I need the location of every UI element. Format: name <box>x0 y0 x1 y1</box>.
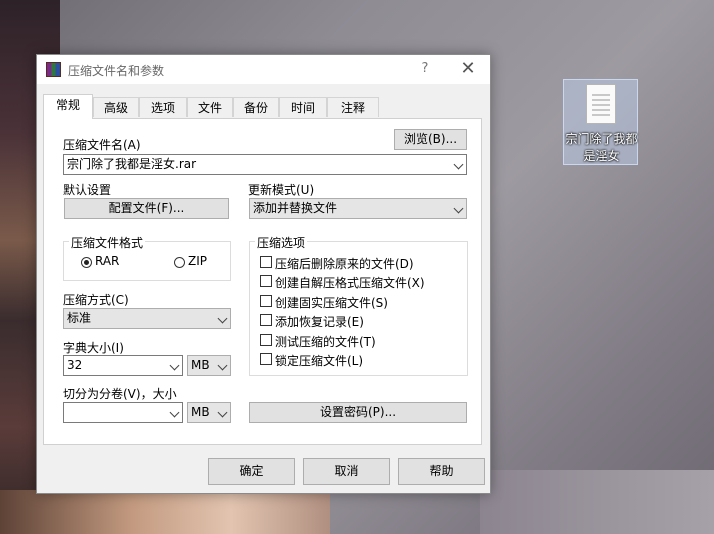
tab-advanced[interactable]: 高级 <box>93 97 139 117</box>
option-sfx-label: 创建自解压格式压缩文件(X) <box>275 276 425 290</box>
desktop-file-icon[interactable]: 宗门除了我都是淫女 <box>563 79 638 165</box>
dict-unit-select[interactable]: MB <box>187 355 231 376</box>
dict-size-combo[interactable]: 32 <box>63 355 183 376</box>
help-button[interactable]: 帮助 <box>398 458 485 485</box>
format-rar-label: RAR <box>95 254 120 268</box>
chevron-down-icon <box>453 159 464 170</box>
dict-size-value: 32 <box>67 358 83 372</box>
text-document-icon <box>586 84 616 124</box>
desktop-wallpaper-bottom-right <box>480 470 714 534</box>
update-mode-value: 添加并替换文件 <box>253 201 338 215</box>
window-title: 压缩文件名和参数 <box>68 64 165 78</box>
option-recovery-checkbox[interactable] <box>260 314 272 326</box>
option-lock-label: 锁定压缩文件(L) <box>275 354 364 368</box>
option-test-label: 测试压缩的文件(T) <box>275 335 376 349</box>
split-unit-value: MB <box>191 405 210 419</box>
option-solid-label: 创建固实压缩文件(S) <box>275 296 388 310</box>
archive-name-combo[interactable]: 宗门除了我都是淫女.rar <box>63 154 467 175</box>
option-solid-checkbox[interactable] <box>260 295 272 307</box>
method-label: 压缩方式(C) <box>63 293 129 307</box>
close-icon[interactable]: ✕ <box>455 58 481 80</box>
title-bar[interactable]: 压缩文件名和参数 ? ✕ <box>37 55 490 84</box>
option-delete-after-label: 压缩后删除原来的文件(D) <box>275 257 414 271</box>
option-test-checkbox[interactable] <box>260 334 272 346</box>
tab-time[interactable]: 时间 <box>279 97 327 117</box>
default-settings-label: 默认设置 <box>63 183 112 197</box>
tab-general[interactable]: 常规 <box>43 94 93 119</box>
update-mode-select[interactable]: 添加并替换文件 <box>249 198 467 219</box>
method-select[interactable]: 标准 <box>63 308 231 329</box>
chevron-down-icon <box>169 360 180 371</box>
archive-name-value: 宗门除了我都是淫女.rar <box>67 157 197 171</box>
split-label: 切分为分卷(V)，大小 <box>63 387 177 401</box>
option-lock-checkbox[interactable] <box>260 353 272 365</box>
archive-name-label: 压缩文件名(A) <box>63 138 141 152</box>
cancel-button[interactable]: 取消 <box>303 458 390 485</box>
chevron-down-icon <box>217 313 228 324</box>
tab-comment[interactable]: 注释 <box>327 97 379 117</box>
split-unit-select[interactable]: MB <box>187 402 231 423</box>
chevron-down-icon <box>217 407 228 418</box>
format-zip-label: ZIP <box>188 254 207 268</box>
archive-options-title: 压缩选项 <box>255 234 308 251</box>
chevron-down-icon <box>453 203 464 214</box>
help-title-button[interactable]: ? <box>413 58 437 80</box>
tab-options[interactable]: 选项 <box>139 97 187 117</box>
archive-format-title: 压缩文件格式 <box>69 234 146 251</box>
option-sfx-checkbox[interactable] <box>260 275 272 287</box>
chevron-down-icon <box>169 407 180 418</box>
desktop-wallpaper-bottom <box>0 490 330 534</box>
browse-button[interactable]: 浏览(B)... <box>394 129 467 150</box>
option-recovery-label: 添加恢复记录(E) <box>275 315 364 329</box>
method-value: 标准 <box>67 311 92 325</box>
update-mode-label: 更新模式(U) <box>248 183 315 197</box>
ok-button[interactable]: 确定 <box>208 458 295 485</box>
format-zip-radio[interactable] <box>174 257 185 268</box>
winrar-app-icon <box>46 62 61 77</box>
dict-unit-value: MB <box>191 358 210 372</box>
chevron-down-icon <box>217 360 228 371</box>
option-delete-after-checkbox[interactable] <box>260 256 272 268</box>
general-panel: 压缩文件名(A) 浏览(B)... 宗门除了我都是淫女.rar 默认设置 配置文… <box>43 118 482 445</box>
archive-dialog: 压缩文件名和参数 ? ✕ 常规 高级 选项 文件 备份 时间 注释 压缩文件名(… <box>36 54 491 494</box>
split-size-combo[interactable] <box>63 402 183 423</box>
profiles-button[interactable]: 配置文件(F)... <box>64 198 229 219</box>
tab-backup[interactable]: 备份 <box>233 97 279 117</box>
tab-files[interactable]: 文件 <box>187 97 233 117</box>
set-password-button[interactable]: 设置密码(P)... <box>249 402 467 423</box>
dict-label: 字典大小(I) <box>63 341 124 355</box>
desktop-file-label: 宗门除了我都是淫女 <box>565 132 638 163</box>
format-rar-radio[interactable] <box>81 257 92 268</box>
